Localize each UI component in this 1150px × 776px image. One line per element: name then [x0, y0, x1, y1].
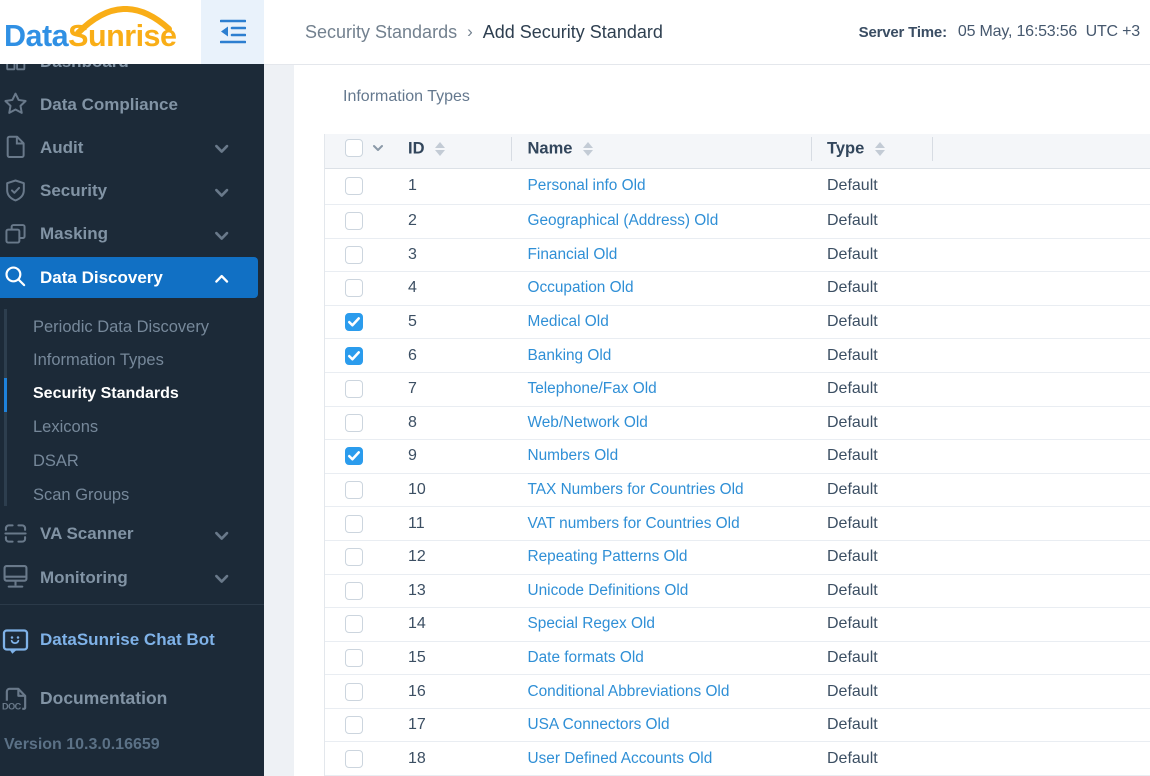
svg-text:DOC: DOC: [2, 701, 22, 711]
